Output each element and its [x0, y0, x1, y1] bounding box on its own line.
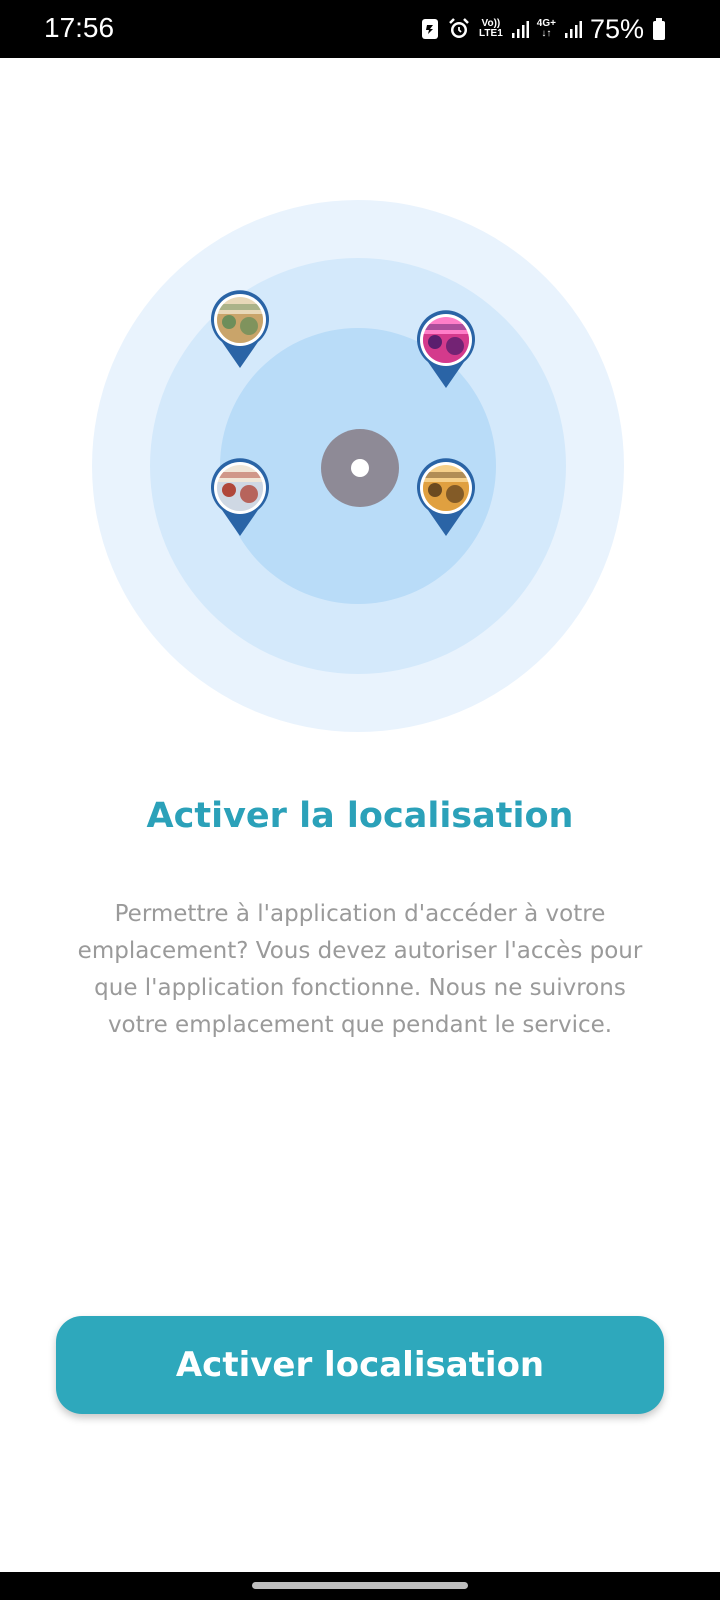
page-title: Activer la localisation: [146, 796, 574, 836]
signal-icon: [564, 19, 582, 39]
volte-indicator: Vo)) LTE1: [479, 18, 503, 39]
pin-city-icon: [209, 458, 271, 538]
location-illustration: [92, 200, 624, 732]
signal-icon: [511, 19, 529, 39]
network-type-indicator: 4G+ ↓↑: [536, 18, 556, 39]
battery-percent: 75%: [589, 13, 644, 44]
user-location-dot: [321, 429, 399, 507]
alarm-icon: [447, 17, 471, 41]
sim-app-icon: [421, 18, 439, 40]
enable-location-button[interactable]: Activer localisation: [56, 1316, 664, 1414]
home-indicator[interactable]: [252, 1582, 468, 1589]
navigation-bar: [0, 1572, 720, 1600]
status-icons: Vo)) LTE1 4G+ ↓↑ 75%: [421, 14, 666, 44]
battery-icon: [652, 17, 666, 41]
status-bar: 17:56 Vo)) LTE1 4G+ ↓↑ 75%: [0, 0, 720, 58]
enable-location-button-label: Activer localisation: [175, 1345, 545, 1385]
status-time: 17:56: [44, 12, 115, 43]
pin-concert-icon: [415, 310, 477, 390]
permission-description: Permettre à l'application d'accéder à vo…: [77, 901, 643, 1038]
pin-market-icon: [209, 290, 271, 370]
pin-food-icon: [415, 458, 477, 538]
